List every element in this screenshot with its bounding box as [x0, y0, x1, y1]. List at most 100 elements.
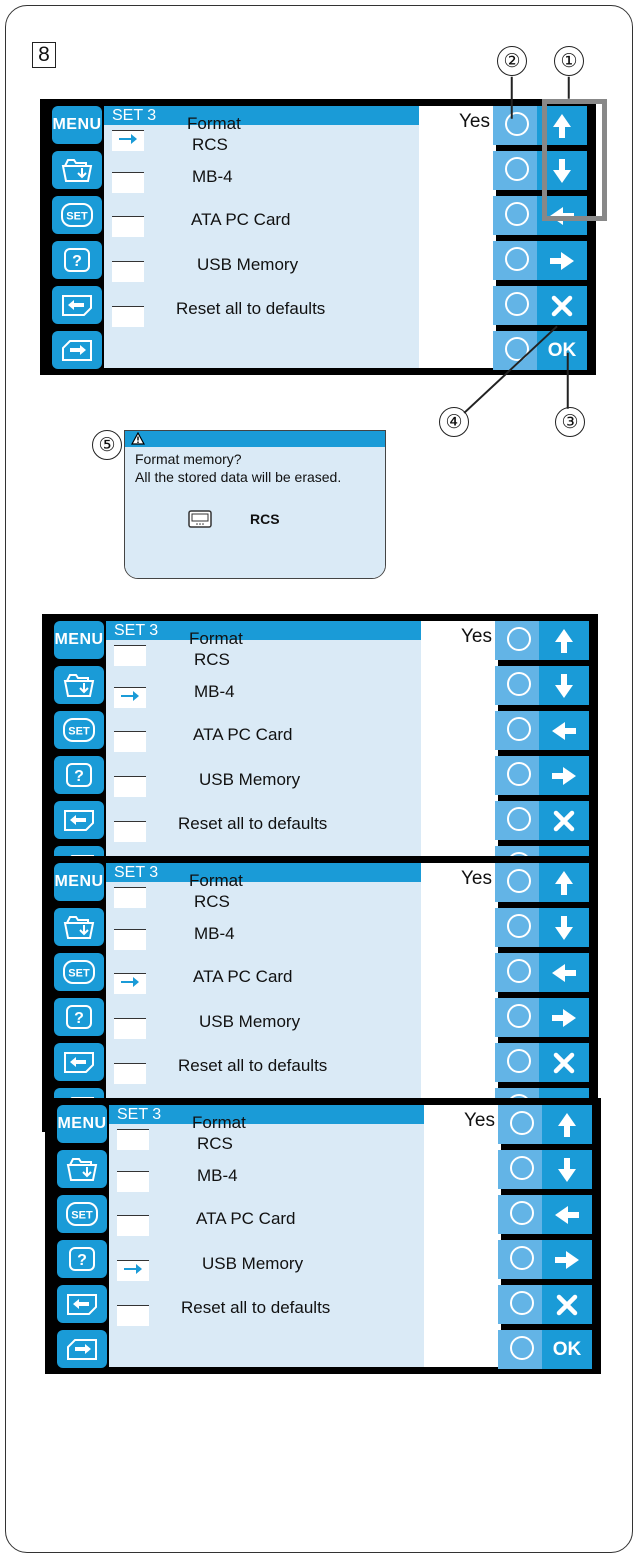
rcs-label: RCS [192, 135, 228, 154]
up-arrow-button[interactable] [542, 1105, 592, 1144]
up-arrow-button[interactable] [539, 621, 589, 660]
select-button-reset[interactable] [498, 1285, 548, 1324]
down-arrow-button[interactable] [539, 908, 589, 947]
cancel-button[interactable] [542, 1285, 592, 1324]
cancel-button[interactable] [539, 801, 589, 840]
folder-icon[interactable] [54, 666, 104, 704]
callout-1-leader [568, 76, 570, 99]
select-button-ata[interactable] [498, 1195, 548, 1234]
svg-text:SET: SET [66, 211, 88, 223]
row-indicator-mb4 [114, 929, 146, 950]
select-button-extra[interactable] [493, 331, 543, 370]
cancel-button[interactable] [537, 286, 587, 325]
left-arrow-button[interactable] [539, 711, 589, 750]
select-button-rcs[interactable] [495, 863, 545, 902]
right-arrow-icon [550, 251, 574, 270]
settings-panel: SET 3 Yes Format RCS MB-4 ATA PC Card US… [109, 1105, 501, 1367]
select-button-ata[interactable] [493, 196, 543, 235]
right-arrow-icon [552, 766, 576, 785]
panel-header: SET 3 [106, 621, 421, 640]
folder-icon[interactable] [52, 151, 102, 189]
select-button-usb[interactable] [495, 998, 545, 1037]
set-icon[interactable]: SET [54, 953, 104, 991]
forward-arrow-icon[interactable] [52, 331, 102, 369]
right-arrow-button[interactable] [542, 1240, 592, 1279]
right-arrow-button[interactable] [539, 998, 589, 1037]
circle-icon [507, 762, 531, 786]
up-arrow-button[interactable] [539, 863, 589, 902]
forward-arrow-icon[interactable] [57, 1330, 107, 1368]
cancel-x-icon [553, 810, 575, 831]
select-button-usb[interactable] [495, 756, 545, 795]
select-button-mb4[interactable] [495, 666, 545, 705]
back-arrow-icon[interactable] [52, 286, 102, 324]
nav-buttons: OK [542, 1105, 592, 1369]
mb4-label: MB-4 [197, 1166, 238, 1185]
ata-label: ATA PC Card [191, 210, 291, 229]
folder-icon[interactable] [54, 908, 104, 946]
select-button-usb[interactable] [498, 1240, 548, 1279]
menu-button[interactable]: MENU [54, 621, 104, 659]
down-arrow-icon [555, 673, 573, 698]
back-arrow-icon[interactable] [54, 1043, 104, 1081]
select-button-reset[interactable] [495, 1043, 545, 1082]
circle-icon [505, 202, 529, 226]
select-button-extra[interactable] [498, 1330, 548, 1369]
set-icon[interactable]: SET [52, 196, 102, 234]
nav-buttons: OK [539, 863, 589, 1127]
select-button-ata[interactable] [495, 711, 545, 750]
select-button-ata[interactable] [495, 953, 545, 992]
yes-column: Yes [424, 1105, 501, 1367]
folder-icon[interactable] [57, 1150, 107, 1188]
step-number: 8 [32, 42, 56, 68]
set-icon[interactable]: SET [57, 1195, 107, 1233]
down-arrow-button[interactable] [539, 666, 589, 705]
help-icon[interactable]: ? [54, 756, 104, 794]
menu-button[interactable]: MENU [52, 106, 102, 144]
down-arrow-button[interactable] [542, 1150, 592, 1189]
select-button-mb4[interactable] [498, 1150, 548, 1189]
row-indicator-ata [114, 731, 146, 752]
select-button-rcs[interactable] [493, 106, 543, 145]
menu-button[interactable]: MENU [57, 1105, 107, 1143]
row-indicator-ata [112, 216, 144, 237]
svg-text:?: ? [74, 1010, 84, 1027]
back-arrow-icon[interactable] [57, 1285, 107, 1323]
menu-button[interactable]: MENU [54, 863, 104, 901]
format-label: Format [189, 629, 243, 648]
rcs-label: RCS [194, 892, 230, 911]
cancel-x-icon [551, 295, 573, 316]
select-button-mb4[interactable] [493, 151, 543, 190]
back-arrow-icon[interactable] [54, 801, 104, 839]
memory-card-icon [188, 510, 212, 528]
select-button-usb[interactable] [493, 241, 543, 280]
set-icon[interactable]: SET [54, 711, 104, 749]
help-icon[interactable]: ? [52, 241, 102, 279]
left-arrow-button[interactable] [542, 1195, 592, 1234]
row-indicator-usb [112, 261, 144, 282]
select-button-reset[interactable] [495, 801, 545, 840]
left-toolbar: MENU SET ? [52, 106, 102, 369]
row-indicator-usb [114, 1018, 146, 1039]
help-icon[interactable]: ? [54, 998, 104, 1036]
svg-text:?: ? [77, 1252, 87, 1269]
right-arrow-button[interactable] [537, 241, 587, 280]
ok-button[interactable]: OK [542, 1330, 592, 1369]
help-icon[interactable]: ? [57, 1240, 107, 1278]
right-arrow-button[interactable] [539, 756, 589, 795]
row-indicator-mb4 [114, 687, 146, 708]
select-button-mb4[interactable] [495, 908, 545, 947]
cancel-button[interactable] [539, 1043, 589, 1082]
rcs-label: RCS [197, 1134, 233, 1153]
circle-icon [507, 914, 531, 938]
circle-icon [510, 1111, 534, 1135]
ata-label: ATA PC Card [193, 967, 293, 986]
callout-5: ⑤ [92, 430, 122, 460]
select-button-rcs[interactable] [498, 1105, 548, 1144]
screen-2: MENU SET ? SET 3 Yes Format RCS MB-4 ATA… [42, 614, 598, 890]
left-arrow-button[interactable] [539, 953, 589, 992]
select-button-rcs[interactable] [495, 621, 545, 660]
row-indicator-usb [117, 1260, 149, 1281]
select-button-reset[interactable] [493, 286, 543, 325]
left-arrow-icon [552, 721, 576, 740]
